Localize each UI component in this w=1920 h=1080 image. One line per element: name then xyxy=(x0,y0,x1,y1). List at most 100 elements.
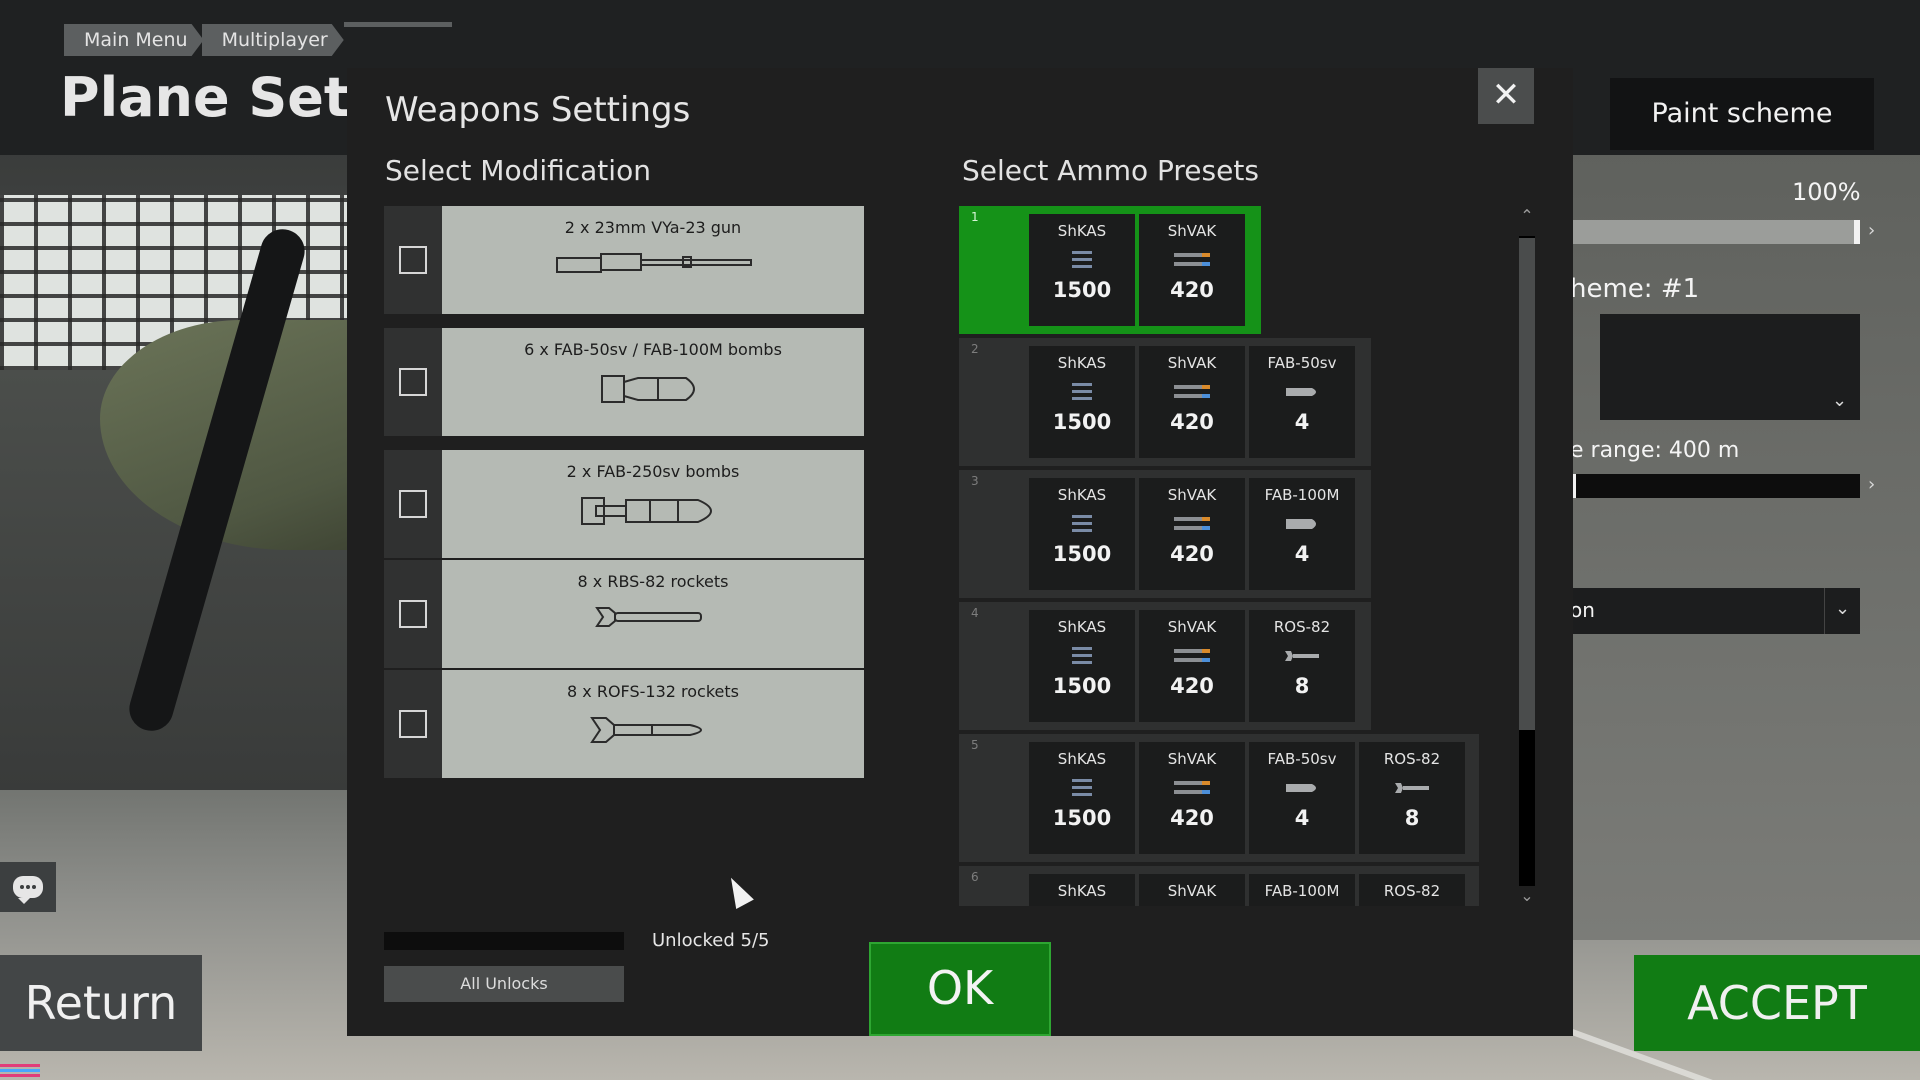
ammo-slot: ShVAK 420 xyxy=(1139,214,1245,326)
return-button[interactable]: Return xyxy=(0,955,202,1051)
ammo-name: ShVAK xyxy=(1167,882,1217,900)
bullets-icon xyxy=(1072,515,1092,532)
percent-slider[interactable] xyxy=(1570,220,1860,244)
ammo-slot: ShKAS 1500 xyxy=(1029,742,1135,854)
shells-icon xyxy=(1174,781,1210,794)
ammo-count: 1500 xyxy=(1052,806,1112,830)
ammo-slot: ShVAK xyxy=(1139,874,1245,906)
paint-scheme-dropdown[interactable]: ⌄ xyxy=(1600,314,1860,420)
ammo-slot: ShKAS xyxy=(1029,874,1135,906)
shells-icon xyxy=(1174,517,1210,530)
modification-checkbox[interactable] xyxy=(399,246,427,274)
ammo-preset-item[interactable]: 2 ShKAS 1500 ShVAK 420 FAB-50sv 4 xyxy=(959,338,1371,466)
breadcrumb: Main Menu Multiplayer xyxy=(64,24,342,56)
breadcrumb-multiplayer[interactable]: Multiplayer xyxy=(202,24,344,56)
ammo-name: ROS-82 xyxy=(1383,882,1441,900)
ammo-slot: ShVAK 420 xyxy=(1139,478,1245,590)
chat-button[interactable] xyxy=(0,862,56,912)
bullets-icon xyxy=(1072,647,1092,664)
dropdown-toggle[interactable]: ⌄ xyxy=(1824,588,1860,634)
modification-name: 6 x FAB-50sv / FAB-100M bombs xyxy=(524,340,782,359)
large-rocket-icon xyxy=(590,717,702,743)
ammo-count: 4 xyxy=(1294,806,1310,830)
modification-row[interactable]: 8 x RBS-82 rockets xyxy=(384,560,864,668)
select-ammo-presets-heading: Select Ammo Presets xyxy=(962,154,1259,187)
ok-button[interactable]: OK xyxy=(869,942,1051,1036)
ammo-slot: ShKAS 1500 xyxy=(1029,610,1135,722)
preset-number: 4 xyxy=(971,606,979,620)
modification-row[interactable]: 2 x 23mm VYa-23 gun xyxy=(384,206,864,314)
ammo-presets-list: 1 ShKAS 1500 ShVAK 420 2 ShKAS 1500 ShVA… xyxy=(959,206,1479,906)
ammo-name: ShVAK xyxy=(1167,618,1217,636)
shells-icon xyxy=(1174,385,1210,398)
preset-number: 5 xyxy=(971,738,979,752)
scroll-thumb[interactable] xyxy=(1519,238,1535,730)
accept-button[interactable]: ACCEPT xyxy=(1634,955,1920,1051)
ammo-preset-item[interactable]: 5 ShKAS 1500 ShVAK 420 FAB-50sv 4 ROS-82… xyxy=(959,734,1479,862)
bomb-icon xyxy=(1286,388,1316,396)
modification-card[interactable]: 2 x FAB-250sv bombs xyxy=(442,450,864,558)
modification-card[interactable]: 8 x ROFS-132 rockets xyxy=(442,670,864,778)
ammo-slot: ShKAS 1500 xyxy=(1029,346,1135,458)
chevron-right-icon[interactable]: › xyxy=(1868,474,1875,495)
ammo-slot: FAB-50sv 4 xyxy=(1249,742,1355,854)
ammo-slot: ROS-82 8 xyxy=(1249,610,1355,722)
modification-name: 2 x 23mm VYa-23 gun xyxy=(564,218,742,237)
ammo-count: 8 xyxy=(1404,806,1420,830)
shells-icon xyxy=(1174,649,1210,662)
ammo-preset-item[interactable]: 4 ShKAS 1500 ShVAK 420 ROS-82 8 xyxy=(959,602,1371,730)
ammo-preset-item[interactable]: 3 ShKAS 1500 ShVAK 420 FAB-100M 4 xyxy=(959,470,1371,598)
unlocked-count: Unlocked 5/5 xyxy=(652,930,770,951)
shells-icon xyxy=(1174,253,1210,266)
select-modification-heading: Select Modification xyxy=(385,154,651,187)
modification-row[interactable]: 6 x FAB-50sv / FAB-100M bombs xyxy=(384,328,864,436)
modification-card[interactable]: 8 x RBS-82 rockets xyxy=(442,560,864,668)
modification-checkbox[interactable] xyxy=(399,710,427,738)
large-bomb-icon xyxy=(581,497,712,525)
ammo-count: 1500 xyxy=(1052,410,1112,434)
modification-row[interactable]: 2 x FAB-250sv bombs xyxy=(384,450,864,558)
tab-paint-scheme[interactable]: Paint scheme xyxy=(1610,78,1874,150)
presets-scrollbar[interactable]: ⌃ ⌄ xyxy=(1517,206,1537,906)
modification-row[interactable]: 8 x ROFS-132 rockets xyxy=(384,670,864,778)
chevron-down-icon: ⌄ xyxy=(1835,598,1851,619)
modification-card[interactable]: 6 x FAB-50sv / FAB-100M bombs xyxy=(442,328,864,436)
bomb-icon xyxy=(1286,519,1316,529)
ammo-preset-item[interactable]: 1 ShKAS 1500 ShVAK 420 xyxy=(959,206,1261,334)
modification-card[interactable]: 2 x 23mm VYa-23 gun xyxy=(442,206,864,314)
breadcrumb-main-menu[interactable]: Main Menu xyxy=(64,24,204,56)
option-dropdown[interactable]: on ⌄ xyxy=(1570,588,1860,634)
chevron-up-icon[interactable]: ⌃ xyxy=(1517,206,1537,225)
ammo-name: ShKAS xyxy=(1057,882,1107,900)
ammo-count: 420 xyxy=(1170,278,1214,302)
ammo-name: ShVAK xyxy=(1167,486,1217,504)
modification-name: 8 x ROFS-132 rockets xyxy=(567,682,739,701)
ammo-count: 420 xyxy=(1170,542,1214,566)
bullets-icon xyxy=(1072,383,1092,400)
close-button[interactable]: ✕ xyxy=(1478,68,1534,124)
chevron-down-icon[interactable]: ⌄ xyxy=(1517,886,1537,905)
ammo-preset-item[interactable]: 6 ShKAS ShVAK FAB-100M ROS-82 xyxy=(959,866,1479,906)
settings-panel-background xyxy=(1560,150,1920,940)
modification-checkbox[interactable] xyxy=(399,490,427,518)
rocket-icon xyxy=(595,607,702,627)
chevron-right-icon[interactable]: › xyxy=(1868,220,1875,241)
chat-icon xyxy=(13,876,43,904)
ammo-name: FAB-100M xyxy=(1264,486,1340,504)
slider-handle[interactable] xyxy=(1854,220,1860,244)
ammo-count: 1500 xyxy=(1052,542,1112,566)
modification-checkbox[interactable] xyxy=(399,368,427,396)
modification-checkbox[interactable] xyxy=(399,600,427,628)
preset-number: 1 xyxy=(971,210,979,224)
ammo-name: ShVAK xyxy=(1167,222,1217,240)
ammo-slot: ShVAK 420 xyxy=(1139,610,1245,722)
ammo-slot: ROS-82 xyxy=(1359,874,1465,906)
range-slider[interactable] xyxy=(1570,474,1860,498)
all-unlocks-button[interactable]: All Unlocks xyxy=(384,966,624,1002)
modal-title: Weapons Settings xyxy=(385,90,691,130)
preset-number: 2 xyxy=(971,342,979,356)
ammo-count: 4 xyxy=(1294,542,1310,566)
ammo-count: 420 xyxy=(1170,410,1214,434)
ammo-slot: ShVAK 420 xyxy=(1139,742,1245,854)
ammo-slot: FAB-100M 4 xyxy=(1249,478,1355,590)
